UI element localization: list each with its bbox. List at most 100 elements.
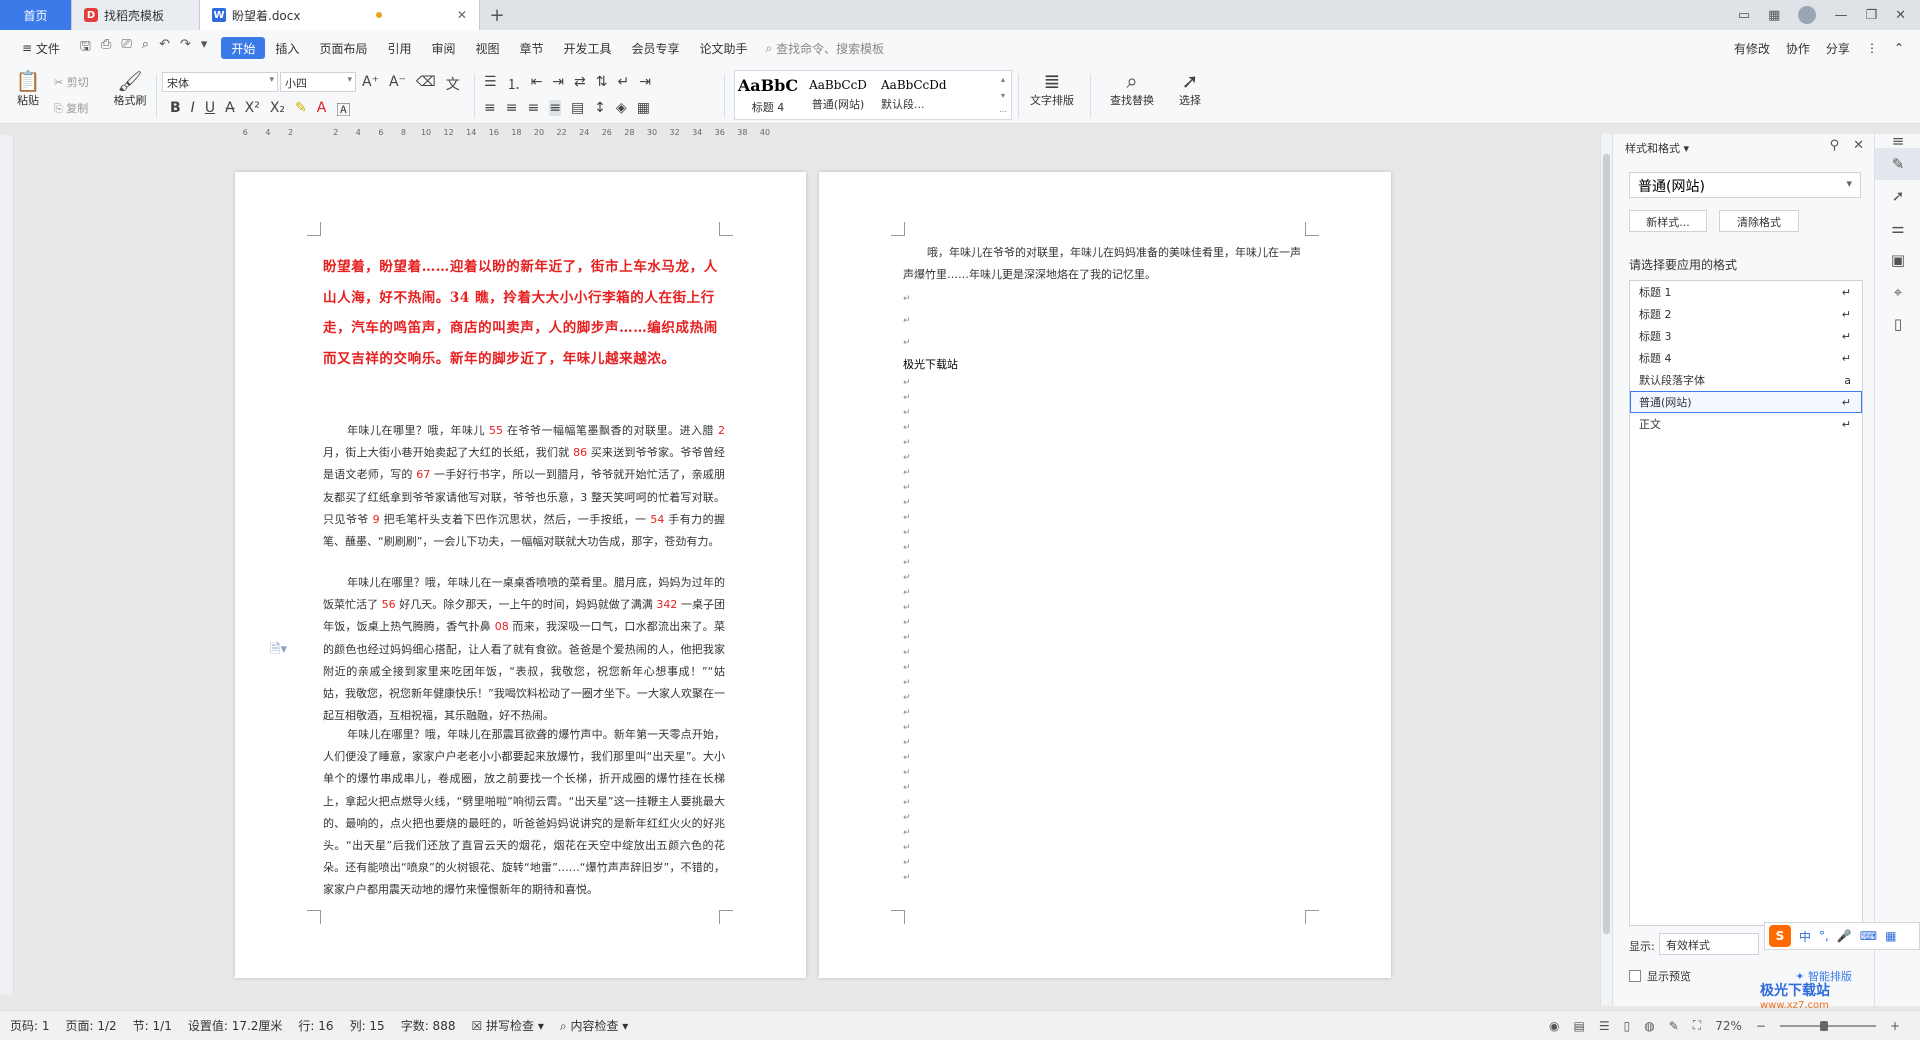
increase-indent-icon[interactable]: ⇥ bbox=[552, 74, 564, 94]
page-number[interactable]: 页码: 1 bbox=[10, 1017, 50, 1034]
tab-page-layout[interactable]: 页面布局 bbox=[309, 37, 377, 59]
title-paragraph[interactable]: 盼望着，盼望着……迎着以盼的新年近了，街市上车水马龙，人山人海，好不热闹。34 … bbox=[323, 252, 725, 374]
redo-icon[interactable]: ↷ bbox=[180, 37, 191, 59]
shrink-font-icon[interactable]: A⁻ bbox=[389, 74, 406, 94]
tab-icon[interactable]: ⇥ bbox=[639, 74, 651, 94]
superscript-icon[interactable]: X² bbox=[245, 100, 260, 120]
web-view-icon[interactable]: ◍ bbox=[1644, 1019, 1654, 1033]
spell-check-button[interactable]: ☒ 拼写检查 ▾ bbox=[471, 1017, 543, 1034]
copy-button[interactable]: ⎘ 复制 bbox=[54, 100, 88, 116]
grow-font-icon[interactable]: A⁺ bbox=[362, 74, 379, 94]
highlight-icon[interactable]: ✎ bbox=[295, 100, 307, 120]
style-heading4[interactable]: AaBbC 标题 4 bbox=[735, 71, 801, 119]
ime-toolbar[interactable]: S 中 °, 🎤 ⌨ ▦ bbox=[1764, 922, 1920, 950]
save-icon[interactable]: 🖫 bbox=[80, 37, 91, 59]
site-name-text[interactable]: 极光下载站 bbox=[903, 356, 958, 372]
content-check-button[interactable]: ⌕ 内容检查 ▾ bbox=[560, 1017, 628, 1034]
font-color-icon[interactable]: A bbox=[317, 100, 327, 120]
zoom-level[interactable]: 72% bbox=[1715, 1019, 1742, 1033]
page-count[interactable]: 页面: 1/2 bbox=[66, 1017, 117, 1034]
file-menu[interactable]: ≡ 文件 bbox=[12, 37, 70, 59]
zoom-in-icon[interactable]: + bbox=[1890, 1019, 1900, 1033]
minimize-icon[interactable]: — bbox=[1834, 8, 1847, 23]
tab-document[interactable]: W 盼望着.docx ✕ bbox=[200, 0, 480, 30]
tab-references[interactable]: 引用 bbox=[377, 37, 421, 59]
chinese-mode-icon[interactable]: 中 bbox=[1799, 928, 1811, 945]
tab-start[interactable]: 开始 bbox=[221, 37, 266, 59]
gallery-down-icon[interactable]: ▾ bbox=[1001, 91, 1005, 100]
quick-access-more-icon[interactable]: ▾ bbox=[201, 37, 208, 59]
restore-icon[interactable]: ❐ bbox=[1865, 8, 1877, 23]
panel-title[interactable]: 样式和格式 ▾ bbox=[1625, 140, 1689, 156]
zoom-slider[interactable] bbox=[1779, 1020, 1876, 1031]
export-pdf-icon[interactable]: ⎙ bbox=[101, 37, 111, 59]
chinese-layout-icon[interactable]: ⇄ bbox=[574, 74, 586, 94]
bullet-list-icon[interactable]: ☰ bbox=[484, 74, 497, 94]
tab-chapter[interactable]: 章节 bbox=[510, 37, 554, 59]
align-left-icon[interactable]: ≡ bbox=[484, 100, 496, 116]
punctuation-icon[interactable]: °, bbox=[1819, 929, 1829, 943]
vertical-ruler[interactable] bbox=[0, 135, 14, 995]
format-painter-button[interactable]: 🖌 格式刷 bbox=[110, 70, 150, 108]
tab-home[interactable]: 首页 bbox=[0, 0, 72, 30]
align-right-icon[interactable]: ≡ bbox=[527, 100, 539, 116]
list-item[interactable]: 正文 ↵ bbox=[1630, 413, 1862, 435]
decrease-indent-icon[interactable]: ⇤ bbox=[531, 74, 543, 94]
undo-icon[interactable]: ↶ bbox=[159, 37, 170, 59]
avatar[interactable] bbox=[1798, 6, 1817, 24]
page-view-icon[interactable]: ▤ bbox=[1574, 1019, 1585, 1033]
location-icon[interactable]: ⌖ bbox=[1875, 276, 1920, 308]
command-search[interactable]: ⌕ 查找命令、搜索模板 bbox=[758, 37, 895, 59]
tab-paper-assistant[interactable]: 论文助手 bbox=[690, 37, 758, 59]
closing-paragraph[interactable]: 哦，年味儿在爷爷的对联里，年味儿在妈妈准备的美味佳肴里，年味儿在一声声爆竹里……… bbox=[903, 242, 1305, 286]
clear-format-button[interactable]: 清除格式 bbox=[1719, 210, 1799, 232]
collapse-ribbon-icon[interactable]: ⌃ bbox=[1894, 41, 1904, 55]
tab-member[interactable]: 会员专享 bbox=[622, 37, 690, 59]
style-default-para[interactable]: AaBbCcDd 默认段... bbox=[875, 71, 995, 119]
vertical-scrollbar[interactable] bbox=[1600, 134, 1612, 1006]
sogou-icon[interactable]: S bbox=[1769, 925, 1791, 947]
close-tab-icon[interactable]: ✕ bbox=[457, 8, 467, 22]
paragraph-handle-icon[interactable]: 🗎▾ bbox=[270, 640, 287, 662]
tab-review[interactable]: 审阅 bbox=[421, 37, 465, 59]
shading-icon[interactable]: ◈ bbox=[616, 100, 627, 116]
image-icon[interactable]: ▣ bbox=[1875, 244, 1920, 276]
show-marks-icon[interactable]: ↵ bbox=[618, 74, 630, 94]
keyboard-icon[interactable]: ⌨ bbox=[1860, 929, 1877, 943]
font-size-select[interactable]: 小四 bbox=[280, 72, 356, 92]
revisions-button[interactable]: 有修改 bbox=[1734, 40, 1770, 57]
bold-icon[interactable]: B bbox=[170, 100, 181, 120]
eye-protection-icon[interactable]: ◉ bbox=[1549, 1019, 1559, 1033]
new-tab-button[interactable]: + bbox=[480, 0, 514, 30]
strip-menu-icon[interactable]: ≡ bbox=[1875, 132, 1920, 150]
zoom-out-icon[interactable]: − bbox=[1756, 1019, 1766, 1033]
gallery-expand-icon[interactable]: ⋯ bbox=[999, 107, 1007, 116]
justify-icon[interactable]: ≡ bbox=[549, 100, 561, 116]
tab-view[interactable]: 视图 bbox=[465, 37, 509, 59]
tab-insert[interactable]: 插入 bbox=[265, 37, 309, 59]
char-border-icon[interactable]: 🄰 bbox=[336, 100, 350, 120]
clear-format-icon[interactable]: ⌫ bbox=[416, 74, 436, 94]
style-normal-web[interactable]: AaBbCcD 普通(网站) bbox=[801, 71, 875, 119]
show-filter-select[interactable]: 有效样式 bbox=[1659, 933, 1759, 955]
cut-button[interactable]: ✂ 剪切 bbox=[54, 74, 89, 90]
print-icon[interactable]: ⎚ bbox=[121, 37, 131, 59]
collaborate-button[interactable]: 协作 bbox=[1786, 40, 1810, 57]
close-panel-icon[interactable]: ✕ bbox=[1853, 138, 1864, 153]
style-pen-icon[interactable]: ✎ bbox=[1875, 148, 1920, 180]
body-paragraph-1[interactable]: 年味儿在哪里？哦，年味儿 55 在爷爷一幅幅笔墨飘香的对联里。进入腊 2 月，街… bbox=[323, 420, 725, 553]
align-center-icon[interactable]: ≡ bbox=[506, 100, 518, 116]
document-page-2[interactable]: 哦，年味儿在爷爷的对联里，年味儿在妈妈准备的美味佳肴里，年味儿在一声声爆竹里……… bbox=[819, 172, 1391, 978]
layout-icon[interactable]: ▭ bbox=[1738, 8, 1750, 23]
italic-icon[interactable]: I bbox=[191, 100, 195, 120]
strikethrough-icon[interactable]: A̶ bbox=[225, 100, 235, 120]
new-style-button[interactable]: 新样式... bbox=[1629, 210, 1707, 232]
skin-icon[interactable]: ▦ bbox=[1885, 929, 1896, 943]
word-count[interactable]: 字数: 888 bbox=[401, 1017, 456, 1034]
gallery-up-icon[interactable]: ▴ bbox=[1001, 75, 1005, 84]
list-item[interactable]: 标题 1 ↵ bbox=[1630, 281, 1862, 303]
numbered-list-icon[interactable]: ⒈ bbox=[507, 74, 521, 94]
subscript-icon[interactable]: X₂ bbox=[270, 100, 285, 120]
body-paragraph-2[interactable]: 年味儿在哪里？哦，年味儿在一桌桌香喷喷的菜肴里。腊月底，妈妈为过年的饭菜忙活了 … bbox=[323, 572, 725, 727]
horizontal-ruler[interactable]: 6 4 2 2 4 6 8 10 12 14 16 18 20 22 24 26… bbox=[234, 128, 794, 142]
